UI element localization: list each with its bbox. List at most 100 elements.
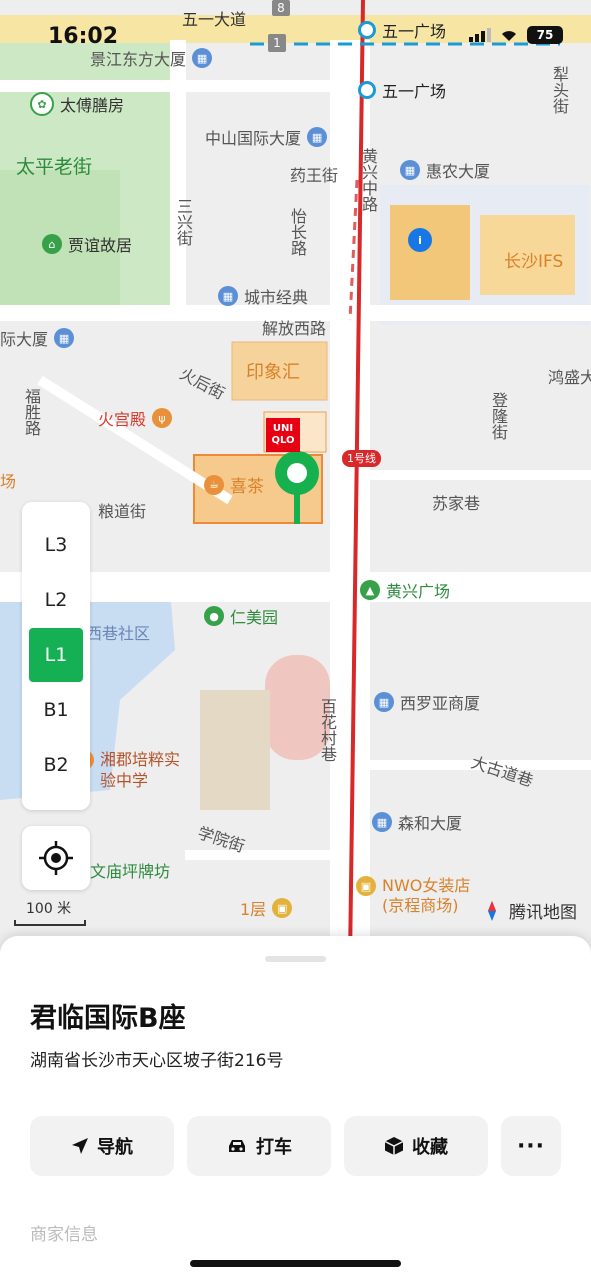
- more-button[interactable]: ···: [501, 1116, 561, 1176]
- more-icon: ···: [516, 1133, 546, 1159]
- poi-nwo[interactable]: ▣ NWO女装店 (京程商场): [356, 876, 486, 916]
- location-marker-dot: [287, 463, 307, 483]
- poi-label: 际大厦: [0, 330, 49, 349]
- poi-wenmiao[interactable]: 文庙坪牌坊: [90, 864, 170, 880]
- poi-yinxianghui[interactable]: 印象汇: [246, 364, 300, 382]
- road: [0, 80, 330, 92]
- poi-honggong[interactable]: 鸿盛大: [548, 370, 591, 386]
- poi-label: 黄兴广场: [386, 582, 451, 601]
- road-label-sanxing: 三兴街: [174, 198, 193, 246]
- map-brand: 腾讯地图: [481, 898, 577, 923]
- poi-wuyi-square-2[interactable]: 五一广场: [358, 78, 446, 102]
- road: [370, 470, 591, 480]
- building-icon: ▦: [307, 127, 328, 147]
- poi-jingjiang[interactable]: 景江东方大厦 ▦: [90, 46, 213, 70]
- road: [185, 850, 335, 860]
- poi-left-dasha[interactable]: 际大厦 ▦: [0, 326, 75, 350]
- poi-label: 惠农大厦: [426, 162, 491, 181]
- favorite-button[interactable]: 收藏: [344, 1116, 488, 1176]
- area-label-taiping: 太平老街: [16, 156, 93, 178]
- wifi-icon: [502, 31, 516, 41]
- poi-taifu[interactable]: ✿ 太傅膳房: [30, 92, 124, 116]
- shop-icon: ▣: [272, 898, 293, 918]
- poi-huinong[interactable]: ▦ 惠农大厦: [400, 158, 490, 182]
- brand-label: 腾讯地图: [509, 903, 577, 923]
- navigate-label: 导航: [97, 1137, 133, 1158]
- poi-wuyi-square-1[interactable]: 五一广场: [358, 18, 446, 42]
- status-bar: 16:02 75: [0, 0, 591, 60]
- road-label-denglong: 登隆街: [489, 392, 508, 440]
- poi-info[interactable]: i: [408, 228, 432, 252]
- building-icon: ▦: [372, 812, 392, 832]
- floor-L2[interactable]: L2: [29, 573, 83, 627]
- sheet-handle[interactable]: [265, 956, 326, 962]
- signal-icon: [469, 28, 491, 42]
- building-icon: ▦: [374, 692, 394, 712]
- map-view[interactable]: 16:02 75 8 1 五一大道 解放西路 黄兴中路 药王街 怡长路 三兴街 …: [0, 0, 591, 960]
- poi-senhe[interactable]: ▦ 森和大厦: [372, 810, 462, 834]
- road-label-yaowang: 药王街: [290, 166, 339, 185]
- road-label-liangdao: 粮道街: [98, 502, 147, 521]
- uniqlo-logo[interactable]: UNI QLO: [266, 418, 300, 452]
- poi-label: 1层: [240, 900, 267, 919]
- home-indicator[interactable]: [190, 1260, 401, 1267]
- poi-floor1[interactable]: 1层 ▣: [240, 896, 293, 920]
- road-label-huangxing: 黄兴中路: [359, 148, 378, 212]
- poi-label: 仁美园: [230, 608, 279, 627]
- floor-B2[interactable]: B2: [29, 738, 83, 792]
- crosshair-icon: [39, 841, 73, 875]
- poi-huogongdian[interactable]: 火宫殿 ψ: [98, 406, 173, 430]
- attraction-icon: ✿: [30, 92, 54, 116]
- road-label-jiefang: 解放西路: [262, 319, 327, 338]
- area-label-xixiang: 西巷社区: [86, 624, 151, 643]
- location-marker-stem: [294, 492, 300, 524]
- floor-B1[interactable]: B1: [29, 683, 83, 737]
- building-icon: ▦: [54, 328, 75, 348]
- poi-ifs[interactable]: 长沙IFS: [504, 254, 563, 271]
- place-sheet: 君临国际B座 湖南省长沙市天心区坡子街216号 导航 打车 收藏 ··· 商家信…: [0, 936, 591, 1280]
- poi-renmei[interactable]: ● 仁美园: [204, 604, 278, 628]
- battery-indicator: 75: [527, 26, 563, 44]
- scale-bar: [14, 920, 86, 926]
- taxi-button[interactable]: 打车: [187, 1116, 331, 1176]
- metro-icon: [358, 21, 376, 39]
- square-icon: ▲: [360, 580, 380, 600]
- compass-icon: [488, 900, 496, 921]
- road-label-baihuacun: 百花村巷: [318, 698, 337, 762]
- poi-left-edge: 场: [0, 472, 17, 491]
- poi-label: 西罗亚商厦: [400, 694, 481, 713]
- poi-zhongshan[interactable]: 中山国际大厦 ▦: [205, 125, 328, 149]
- poi-label: 贾谊故居: [68, 236, 133, 255]
- poi-chengshi[interactable]: ▦ 城市经典: [218, 284, 308, 308]
- car-icon: [229, 1140, 245, 1152]
- poi-label: 喜茶: [230, 477, 264, 497]
- floor-L1[interactable]: L1: [29, 628, 83, 682]
- poi-huangxing-square[interactable]: ▲ 黄兴广场: [360, 578, 450, 602]
- poi-label: NWO女装店 (京程商场): [382, 876, 471, 915]
- scale-label: 100 米: [26, 901, 72, 917]
- poi-label: 太傅膳房: [60, 96, 125, 115]
- poi-xicha[interactable]: ☕ 喜茶: [204, 472, 264, 497]
- floor-selector: L3 L2 L1 B1 B2: [22, 502, 90, 810]
- floor-L3[interactable]: L3: [29, 518, 83, 572]
- taxi-label: 打车: [256, 1137, 292, 1158]
- info-icon: i: [408, 228, 432, 252]
- poi-label: 景江东方大厦: [90, 50, 187, 69]
- building-icon: ▦: [400, 160, 420, 180]
- food-icon: ψ: [152, 408, 173, 428]
- road-label-sujia: 苏家巷: [432, 494, 481, 513]
- poi-label: 城市经典: [244, 288, 309, 307]
- road-label-yichang: 怡长路: [288, 208, 307, 256]
- map-scale: 100 米: [14, 898, 86, 926]
- road: [37, 375, 233, 505]
- poi-xiluoya[interactable]: ▦ 西罗亚商厦: [374, 690, 480, 714]
- action-row: 导航 打车 收藏 ···: [30, 1116, 561, 1176]
- building: [200, 690, 270, 810]
- metro-icon: [358, 81, 376, 99]
- poi-jiayi[interactable]: ⌂ 贾谊故居: [42, 232, 132, 256]
- navigate-button[interactable]: 导航: [30, 1116, 174, 1176]
- shop-icon: ▣: [356, 876, 376, 896]
- poi-label: 森和大厦: [398, 814, 463, 833]
- my-location-button[interactable]: [22, 826, 90, 890]
- road-label-litou: 犁头街: [550, 66, 569, 114]
